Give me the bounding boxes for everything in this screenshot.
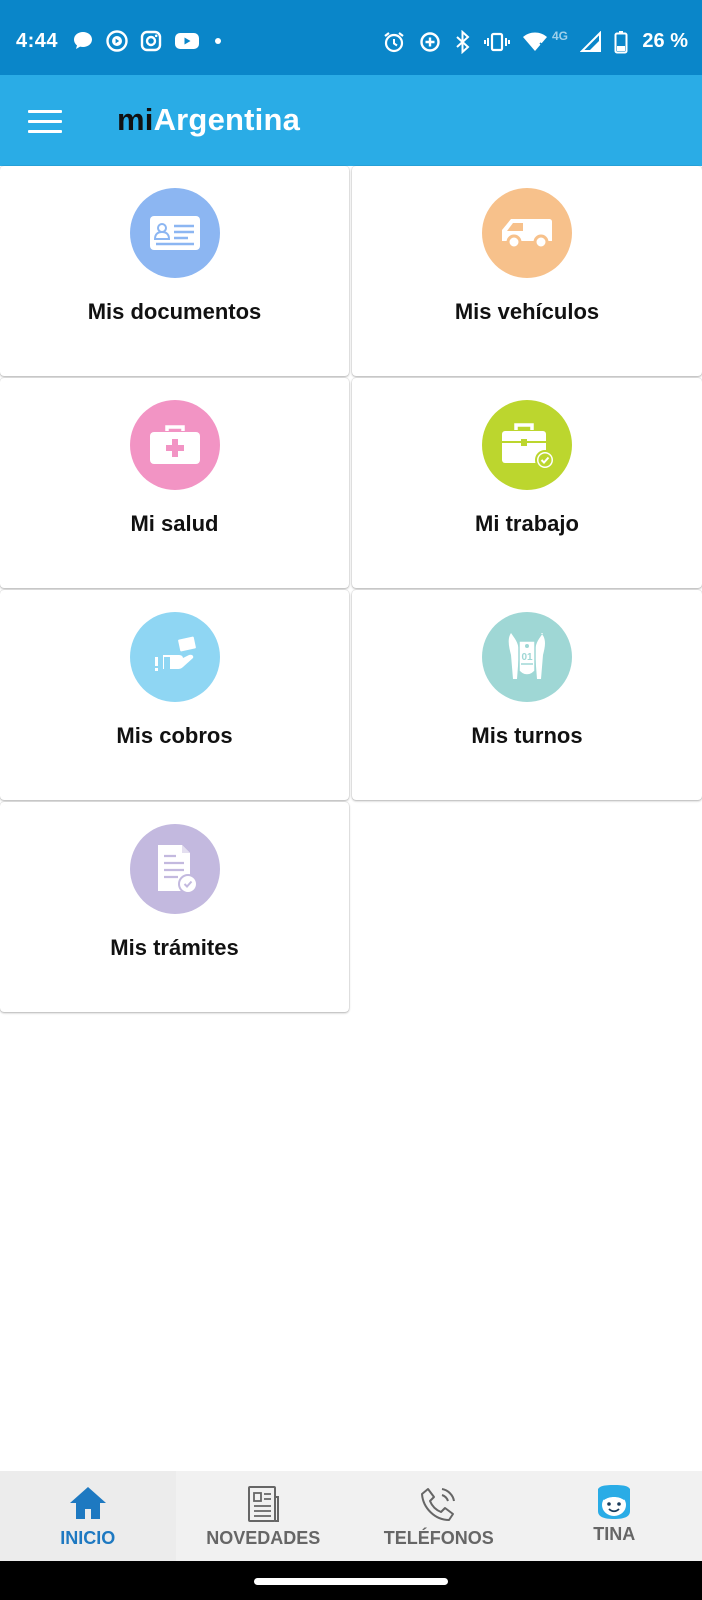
home-gesture-handle[interactable] (254, 1578, 448, 1585)
status-time: 4:44 (16, 30, 59, 52)
status-notification-icons (72, 30, 224, 52)
card-label: Mi trabajo (475, 511, 579, 536)
card-label: Mis turnos (471, 723, 583, 748)
instagram-icon (140, 30, 162, 52)
play-icon (106, 30, 128, 52)
card-mis-documentos[interactable]: Mis documentos (0, 166, 349, 376)
hamburger-icon-line (28, 120, 62, 123)
phone-icon (420, 1488, 455, 1521)
messages-icon (74, 32, 92, 49)
hamburger-icon-line (28, 130, 62, 133)
nav-telefonos[interactable]: TELÉFONOS (351, 1471, 527, 1561)
battery-percentage: 26 % (642, 30, 688, 52)
bluetooth-icon (456, 30, 470, 54)
card-icon-circle (130, 824, 220, 914)
newspaper-icon (248, 1486, 280, 1522)
signal-icon (580, 31, 601, 52)
card-mis-tramites[interactable]: Mis trámites (0, 802, 349, 1012)
card-label: Mis documentos (87, 299, 262, 324)
nav-inicio[interactable]: INICIO (0, 1471, 176, 1561)
card-mi-trabajo[interactable]: Mi trabajo (352, 378, 702, 588)
data-saver-icon (420, 32, 440, 52)
card-label: Mi salud (130, 511, 219, 536)
battery-icon (614, 31, 628, 54)
card-icon-circle: 01 (482, 612, 572, 702)
document-check-icon (158, 845, 198, 894)
wifi-icon (522, 32, 547, 51)
card-mis-turnos[interactable]: 01 Mis turnos (352, 590, 702, 800)
card-label: Mis vehículos (454, 299, 600, 324)
hamburger-icon-line (28, 110, 62, 113)
app-title: miArgentina (117, 102, 300, 138)
nav-novedades[interactable]: NOVEDADES (176, 1471, 352, 1561)
alarm-icon (384, 32, 404, 53)
card-mis-cobros[interactable]: Mis cobros (0, 590, 349, 800)
bottom-navigation: INICIO NOVEDADES TELÉFONOS TINA (0, 1471, 702, 1561)
home-icon (69, 1487, 106, 1519)
ticket-icon: 01 (508, 633, 545, 679)
card-mis-vehiculos[interactable]: Mis vehículos (352, 166, 702, 376)
hand-money-icon (155, 636, 196, 671)
card-label: Mis trámites (110, 935, 239, 960)
status-bar: 4:44 4G 26 % (0, 0, 702, 75)
app-title-prefix: mi (117, 102, 154, 137)
menu-button[interactable] (28, 110, 64, 134)
van-icon (502, 219, 552, 250)
nav-tina[interactable]: TINA (527, 1471, 702, 1561)
tina-bot-icon (598, 1485, 631, 1519)
nav-label: TELÉFONOS (383, 1528, 494, 1548)
card-icon-circle (482, 188, 572, 278)
dot-icon (215, 38, 221, 44)
card-icon-circle (482, 400, 572, 490)
nav-label: NOVEDADES (206, 1528, 321, 1548)
nav-label: INICIO (60, 1528, 116, 1548)
app-bar: miArgentina (0, 75, 702, 166)
medical-kit-icon (150, 425, 200, 464)
card-icon-circle (130, 400, 220, 490)
app-title-name: Argentina (153, 102, 301, 137)
system-navigation-bar (0, 1561, 702, 1600)
status-system-icons: 4G (382, 29, 628, 54)
id-card-icon (150, 216, 200, 250)
nav-label: TINA (593, 1524, 636, 1544)
network-type-label: 4G (551, 29, 568, 43)
youtube-icon (175, 33, 199, 49)
briefcase-check-icon (502, 423, 555, 470)
vibrate-icon (483, 32, 510, 52)
card-icon-circle (130, 612, 220, 702)
svg-text:01: 01 (522, 652, 534, 663)
card-mi-salud[interactable]: Mi salud (0, 378, 349, 588)
card-icon-circle (130, 188, 220, 278)
card-label: Mis cobros (116, 723, 233, 748)
